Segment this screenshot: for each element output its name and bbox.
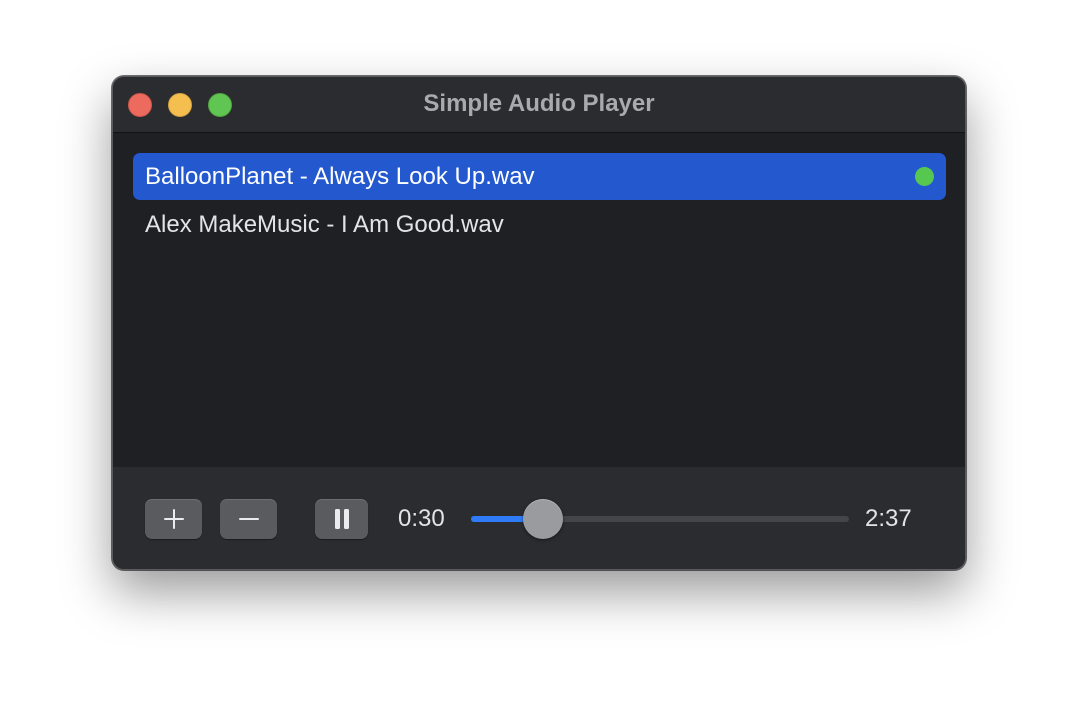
pause-icon <box>334 509 349 529</box>
app-window: Simple Audio Player BalloonPlanet - Alwa… <box>112 76 966 570</box>
progress-slider[interactable] <box>471 499 849 539</box>
play-pause-button[interactable] <box>315 499 368 539</box>
playlist-item[interactable]: BalloonPlanet - Always Look Up.wav <box>133 153 946 200</box>
playlist-item[interactable]: Alex MakeMusic - I Am Good.wav <box>133 201 946 248</box>
add-track-button[interactable] <box>145 499 202 539</box>
elapsed-time: 0:30 <box>398 505 445 532</box>
transport-controls: 0:30 2:37 <box>113 467 965 569</box>
playlist-item-label: Alex MakeMusic - I Am Good.wav <box>145 211 504 238</box>
title-bar[interactable]: Simple Audio Player <box>113 77 965 133</box>
playlist-item-label: BalloonPlanet - Always Look Up.wav <box>145 163 535 190</box>
progress-knob[interactable] <box>522 499 563 539</box>
minus-icon <box>238 518 259 520</box>
now-playing-indicator-icon <box>915 167 934 186</box>
window-title: Simple Audio Player <box>423 90 655 117</box>
plus-icon <box>163 509 184 529</box>
total-time: 2:37 <box>865 505 912 532</box>
remove-track-button[interactable] <box>220 499 277 539</box>
playlist: BalloonPlanet - Always Look Up.wav Alex … <box>113 133 965 467</box>
